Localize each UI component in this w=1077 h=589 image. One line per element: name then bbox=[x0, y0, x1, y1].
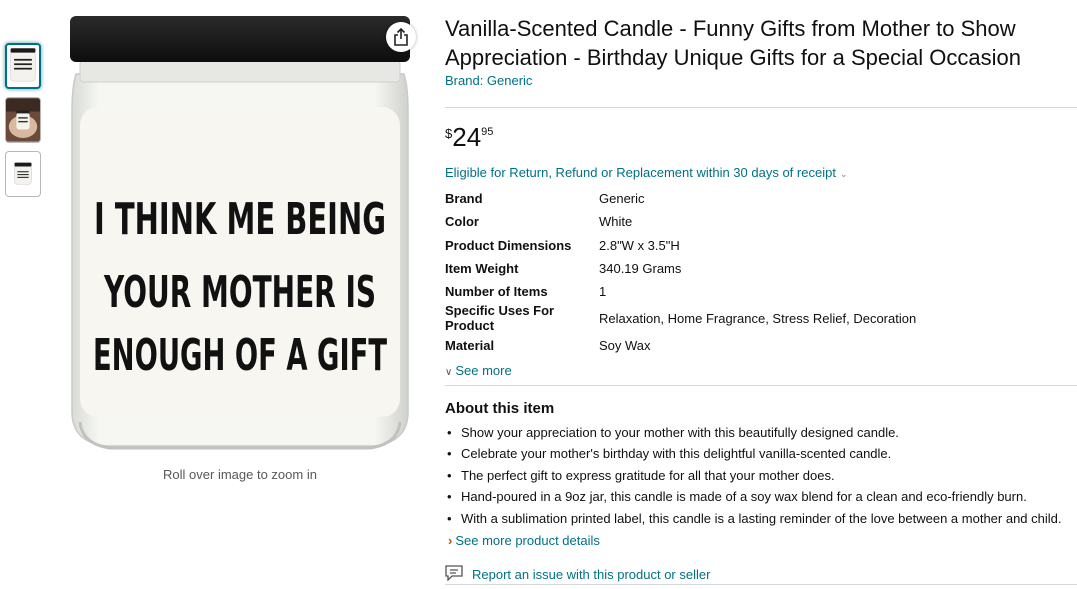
candle-text-line-2: YOUR MOTHER IS bbox=[103, 267, 376, 318]
chevron-down-icon: ⌄ bbox=[839, 169, 848, 179]
price-symbol: $ bbox=[445, 126, 453, 141]
spec-value: 340.19 Grams bbox=[599, 261, 682, 277]
about-bullet: Hand-poured in a 9oz jar, this candle is… bbox=[445, 486, 1077, 508]
spec-row: Brand Generic bbox=[445, 187, 916, 210]
divider bbox=[445, 107, 1077, 108]
returns-text: Eligible for Return, Refund or Replaceme… bbox=[445, 165, 836, 180]
see-more-label: See more bbox=[455, 362, 512, 378]
about-bullet: The perfect gift to express gratitude fo… bbox=[445, 465, 1077, 487]
candle-text-line-1: I THINK ME BEING bbox=[94, 194, 386, 245]
thumbnail-1[interactable] bbox=[5, 43, 41, 89]
thumbnail-jar-image bbox=[14, 162, 32, 185]
spec-value: 2.8"W x 3.5"H bbox=[599, 237, 680, 253]
spec-key: Number of Items bbox=[445, 284, 548, 300]
thumbnail-3[interactable] bbox=[5, 151, 41, 197]
spec-row: Product Dimensions 2.8"W x 3.5"H bbox=[445, 234, 916, 257]
zoom-hint: Roll over image to zoom in bbox=[163, 467, 317, 482]
spec-value: White bbox=[599, 214, 633, 230]
spec-row: Material Soy Wax bbox=[445, 333, 916, 356]
spec-row: Specific Uses For Product Relaxation, Hom… bbox=[445, 303, 916, 333]
divider bbox=[445, 384, 1077, 386]
spec-key: Color bbox=[445, 214, 479, 230]
spec-value: Relaxation, Home Fragrance, Stress Relie… bbox=[599, 310, 917, 326]
spec-key: Product Dimensions bbox=[445, 237, 572, 253]
brand-link[interactable]: Brand: Generic bbox=[445, 73, 1077, 88]
thumbnail-strip bbox=[5, 43, 41, 205]
about-heading: About this item bbox=[445, 399, 555, 417]
spec-key: Material bbox=[445, 337, 495, 353]
candle-text-line-3: ENOUGH OF A GIFT bbox=[93, 330, 387, 381]
chevron-right-icon: › bbox=[448, 533, 453, 549]
about-bullet: With a sublimation printed label, this c… bbox=[445, 508, 1077, 530]
thumbnail-candle-image bbox=[10, 48, 36, 82]
report-label: Report an issue with this product or sel… bbox=[472, 567, 711, 582]
thumbnail-2[interactable] bbox=[5, 97, 41, 143]
spec-row: Item Weight 340.19 Grams bbox=[445, 257, 916, 280]
specs-table: Brand Generic Color White Product Dimensions… bbox=[445, 187, 916, 357]
spec-key: Item Weight bbox=[445, 261, 519, 277]
spec-row: Color White bbox=[445, 210, 916, 233]
about-bullet: Show your appreciation to your mother wi… bbox=[445, 422, 1077, 444]
divider bbox=[445, 584, 1077, 585]
spec-key: Brand bbox=[445, 191, 483, 207]
returns-policy-link[interactable]: Eligible for Return, Refund or Replaceme… bbox=[445, 165, 1077, 180]
see-more-product-details-link[interactable]: › See more product details bbox=[445, 533, 1077, 548]
product-info: Vanilla-Scented Candle - Funny Gifts fro… bbox=[445, 14, 1077, 548]
spec-value: 1 bbox=[599, 284, 607, 300]
thumbnail-lifestyle-image bbox=[6, 98, 40, 142]
share-icon bbox=[394, 28, 408, 46]
report-flag-icon bbox=[445, 565, 463, 584]
price-fraction: 95 bbox=[481, 126, 494, 138]
see-more-button[interactable]: ∨ See more bbox=[445, 363, 1077, 378]
candle-jar-image: I THINK ME BEING YOUR MOTHER IS ENOUGH O… bbox=[70, 16, 410, 450]
more-details-label: See more product details bbox=[455, 533, 600, 549]
main-product-image[interactable]: I THINK ME BEING YOUR MOTHER IS ENOUGH O… bbox=[66, 12, 414, 458]
chevron-down-icon: ∨ bbox=[445, 366, 453, 378]
price-whole: 24 bbox=[452, 122, 482, 152]
spec-value: Soy Wax bbox=[599, 337, 651, 353]
spec-row: Number of Items 1 bbox=[445, 280, 916, 303]
spec-key: Specific Uses For Product bbox=[445, 303, 555, 334]
about-bullets: Show your appreciation to your mother wi… bbox=[445, 422, 1077, 530]
spec-value: Generic bbox=[599, 191, 645, 207]
share-button[interactable] bbox=[386, 22, 416, 52]
about-bullet: Celebrate your mother's birthday with th… bbox=[445, 443, 1077, 465]
report-issue-link[interactable]: Report an issue with this product or sel… bbox=[445, 565, 710, 584]
price: $2495 bbox=[445, 124, 1077, 154]
product-title: Vanilla-Scented Candle - Funny Gifts fro… bbox=[445, 16, 1021, 70]
